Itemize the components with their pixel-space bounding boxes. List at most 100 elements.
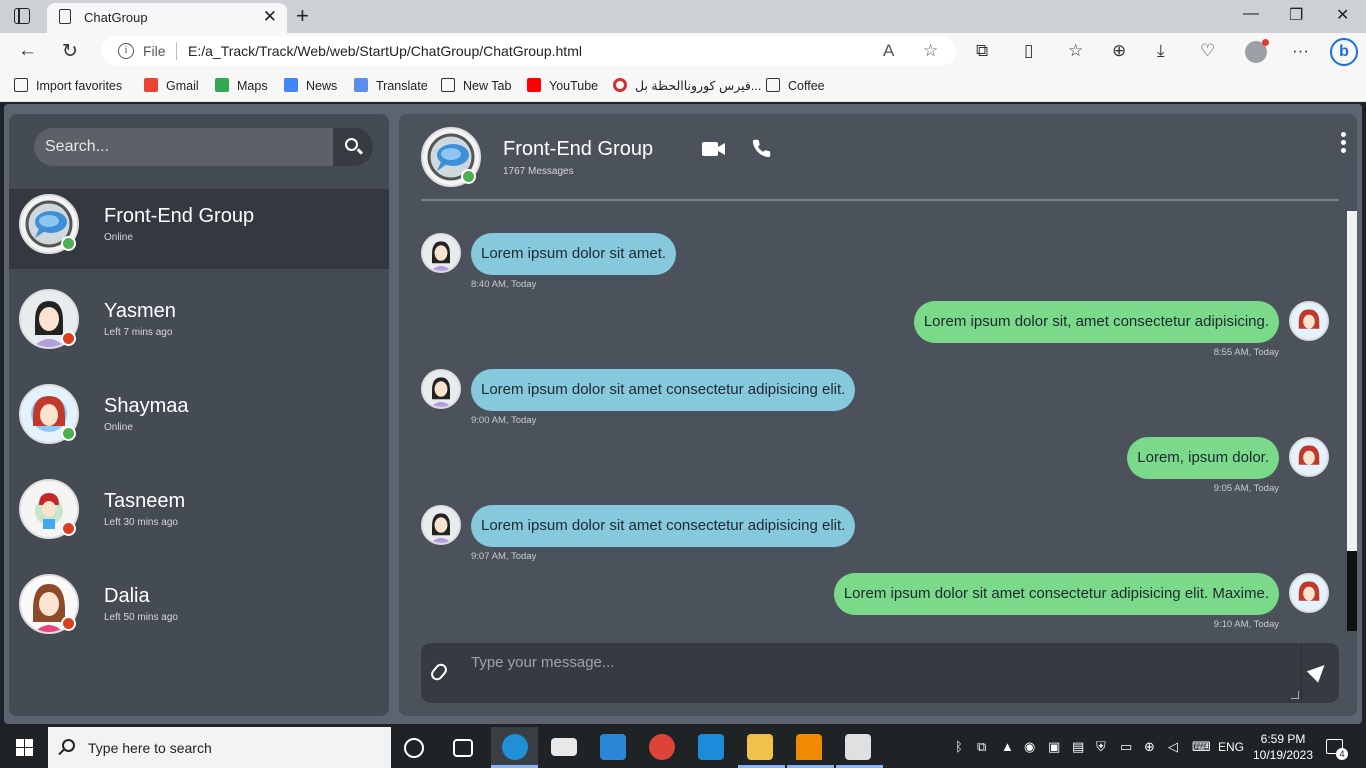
message-outgoing: Lorem ipsum dolor sit amet consectetur a… bbox=[399, 573, 1339, 631]
url-text[interactable]: E:/a_Track/Track/Web/web/StartUp/ChatGro… bbox=[188, 43, 582, 59]
favorite-maps[interactable]: Maps bbox=[215, 78, 268, 93]
start-windows-icon[interactable] bbox=[16, 739, 33, 756]
favorite-corona[interactable]: فيرس كوروناالحظة بل... bbox=[613, 78, 761, 93]
address-bar[interactable]: i File E:/a_Track/Track/Web/web/StartUp/… bbox=[101, 36, 956, 66]
attachment-icon[interactable] bbox=[428, 661, 450, 683]
favorite-news[interactable]: News bbox=[284, 78, 337, 93]
gmail-icon bbox=[144, 78, 158, 92]
sender-avatar bbox=[421, 233, 461, 273]
read-aloud-icon[interactable]: A bbox=[883, 41, 894, 61]
bluetooth-icon[interactable]: ᛒ bbox=[955, 739, 963, 754]
downloads-icon[interactable]: ⤓ bbox=[1157, 41, 1165, 61]
tab-actions-icon[interactable] bbox=[14, 8, 30, 24]
edge-icon[interactable] bbox=[502, 734, 528, 760]
contact-yasmen[interactable]: Yasmen Left 7 mins ago bbox=[9, 284, 389, 364]
search-input[interactable]: Search... bbox=[34, 128, 334, 166]
video-call-icon[interactable] bbox=[702, 140, 726, 158]
tray-app-icon[interactable]: ⧉ bbox=[977, 739, 986, 755]
female-avatar-icon bbox=[423, 371, 459, 407]
send-icon[interactable] bbox=[1306, 659, 1331, 683]
resize-grip-icon[interactable] bbox=[1291, 691, 1299, 699]
phone-call-icon[interactable] bbox=[751, 138, 772, 159]
favorite-gmail[interactable]: Gmail bbox=[144, 78, 199, 93]
extensions-icon[interactable]: ⧉ bbox=[976, 41, 988, 61]
taskbar-clock[interactable]: 6:59 PM 10/19/2023 bbox=[1250, 731, 1316, 763]
security-icon[interactable]: ⛨ bbox=[1096, 739, 1106, 755]
contact-tasneem[interactable]: Tasneem Left 30 mins ago bbox=[9, 474, 389, 554]
more-options-icon[interactable] bbox=[1341, 132, 1347, 156]
contact-name: Front-End Group bbox=[104, 205, 255, 227]
female-avatar-icon bbox=[1291, 575, 1327, 611]
windows-taskbar: Type here to search ᛒ ⧉ ▲ ◉ ▣ ▤ ⛨ ▭ ⊕ ◁ … bbox=[0, 727, 1366, 768]
battery-icon[interactable]: ▭ bbox=[1120, 739, 1132, 755]
browser-tab-chatgroup[interactable]: ChatGroup ✕ bbox=[47, 3, 287, 33]
message-bubble: Lorem, ipsum dolor. bbox=[1127, 437, 1279, 479]
restore-icon[interactable]: ❐ bbox=[1289, 5, 1303, 25]
messages-scrollbar[interactable] bbox=[1347, 211, 1357, 631]
tray-app-icon[interactable]: ▤ bbox=[1072, 739, 1084, 755]
tray-app-icon[interactable]: ▣ bbox=[1048, 739, 1060, 755]
favorite-new-tab[interactable]: New Tab bbox=[441, 78, 511, 93]
taskbar-search[interactable]: Type here to search bbox=[48, 727, 391, 768]
page-icon bbox=[441, 78, 455, 92]
tray-app-icon[interactable]: ◉ bbox=[1024, 739, 1035, 755]
volume-icon[interactable]: ◁ bbox=[1168, 739, 1178, 755]
input-icon[interactable]: ⌨ bbox=[1192, 739, 1211, 755]
cortana-icon[interactable] bbox=[404, 738, 424, 758]
vscode-icon[interactable] bbox=[698, 734, 724, 760]
back-icon[interactable]: ← bbox=[18, 40, 37, 62]
header-divider bbox=[421, 199, 1339, 201]
favorite-import[interactable]: Import favorites bbox=[14, 78, 122, 93]
contact-front-end-group[interactable]: Front-End Group Online bbox=[9, 189, 389, 269]
message-bubble: Lorem ipsum dolor sit, amet consectetur … bbox=[913, 301, 1279, 343]
language-indicator[interactable]: ENG bbox=[1218, 740, 1244, 754]
store-icon[interactable] bbox=[600, 734, 626, 760]
minimize-icon[interactable]: — bbox=[1243, 5, 1259, 23]
message-input[interactable]: Type your message... bbox=[471, 654, 614, 671]
collections-icon[interactable]: ⊕ bbox=[1112, 41, 1126, 61]
network-icon[interactable]: ⊕ bbox=[1144, 739, 1155, 755]
vlc-tray-icon[interactable]: ▲ bbox=[1001, 739, 1014, 754]
mail-icon[interactable] bbox=[551, 738, 577, 756]
offline-status-dot bbox=[61, 616, 76, 631]
scrollbar-thumb[interactable] bbox=[1347, 551, 1357, 631]
favorite-coffee[interactable]: Coffee bbox=[766, 78, 825, 93]
new-tab-icon[interactable]: + bbox=[296, 3, 309, 29]
message-time: 9:05 AM, Today bbox=[1213, 483, 1279, 494]
profile-avatar[interactable] bbox=[1245, 39, 1269, 63]
message-count: 1767 Messages bbox=[503, 166, 574, 177]
contact-shaymaa[interactable]: Shaymaa Online bbox=[9, 379, 389, 459]
task-view-icon[interactable] bbox=[453, 739, 473, 757]
message-time: 9:10 AM, Today bbox=[1213, 619, 1279, 630]
refresh-icon[interactable]: ↻ bbox=[62, 40, 78, 63]
message-incoming: Lorem ipsum dolor sit amet. 8:40 AM, Tod… bbox=[399, 233, 1339, 293]
info-icon[interactable]: i bbox=[118, 43, 134, 59]
close-tab-icon[interactable]: ✕ bbox=[263, 7, 277, 27]
search-button[interactable] bbox=[333, 128, 373, 166]
female-avatar-icon bbox=[1291, 439, 1327, 475]
favorite-star-icon[interactable]: ☆ bbox=[923, 41, 938, 61]
notification-count: 4 bbox=[1336, 748, 1348, 760]
photos-icon[interactable] bbox=[845, 734, 871, 760]
favorite-translate[interactable]: Translate bbox=[354, 78, 428, 93]
translate-icon bbox=[354, 78, 368, 92]
contact-name: Shaymaa bbox=[104, 395, 189, 417]
favorites-icon[interactable]: ☆ bbox=[1068, 41, 1083, 61]
offline-status-dot bbox=[61, 331, 76, 346]
file-explorer-icon[interactable] bbox=[747, 734, 773, 760]
more-options-icon[interactable]: ··· bbox=[1292, 41, 1309, 61]
performance-icon[interactable]: ♡ bbox=[1200, 41, 1215, 61]
contact-status: Online bbox=[104, 232, 133, 243]
notification-icon[interactable]: 4 bbox=[1326, 739, 1348, 760]
close-window-icon[interactable]: ✕ bbox=[1336, 5, 1349, 25]
browser-tab-bar: ChatGroup ✕ + — ❐ ✕ bbox=[0, 0, 1366, 33]
chrome-icon[interactable] bbox=[649, 734, 675, 760]
address-bar-row: ← ↻ i File E:/a_Track/Track/Web/web/Star… bbox=[0, 33, 1366, 69]
message-incoming: Lorem ipsum dolor sit amet consectetur a… bbox=[399, 369, 1339, 429]
contact-dalia[interactable]: Dalia Left 50 mins ago bbox=[9, 569, 389, 649]
message-bubble: Lorem ipsum dolor sit amet consectetur a… bbox=[833, 573, 1279, 615]
vlc-icon[interactable] bbox=[796, 734, 822, 760]
bing-icon[interactable]: b bbox=[1330, 38, 1358, 66]
split-screen-icon[interactable]: ▯ bbox=[1024, 41, 1033, 61]
favorite-youtube[interactable]: YouTube bbox=[527, 78, 598, 93]
